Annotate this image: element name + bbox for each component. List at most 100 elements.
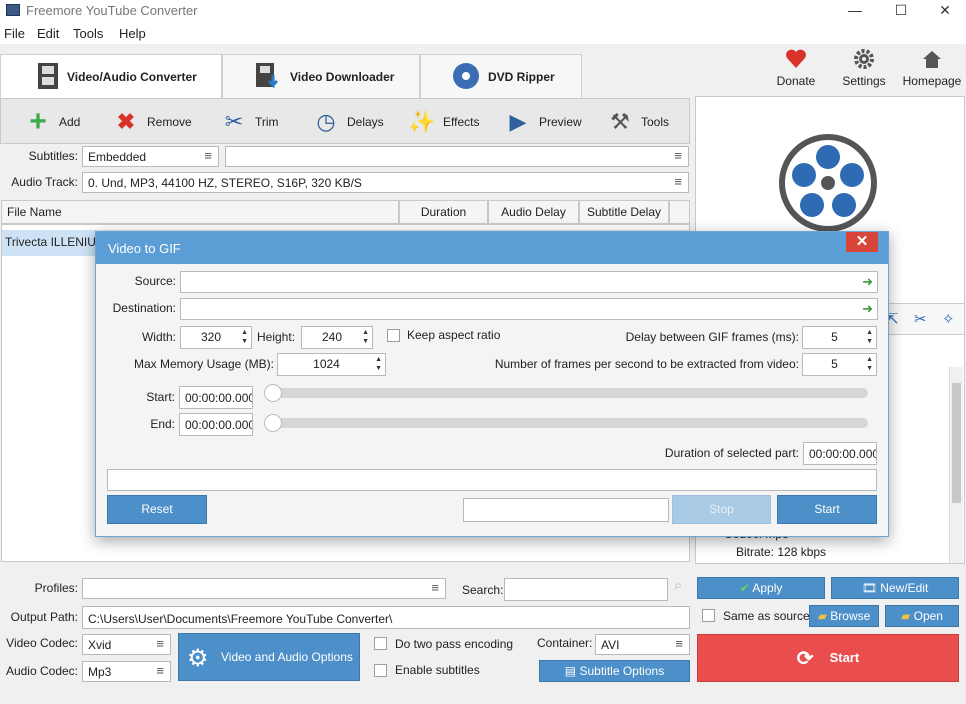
video-codec-select[interactable]: Xvid (82, 634, 171, 655)
two-pass-checkbox[interactable] (374, 637, 387, 650)
refresh-icon: ⟳ (796, 647, 814, 670)
file-name-cell: Trivecta ILLENIUM (5, 235, 106, 249)
audio-track-select[interactable]: 0. Und, MP3, 44100 HZ, STEREO, S16P, 320… (82, 172, 689, 193)
settings-button[interactable]: Settings (831, 48, 897, 92)
audio-track-value: 0. Und, MP3, 44100 HZ, STEREO, S16P, 320… (88, 176, 362, 190)
folder-open-icon: ▰ (901, 609, 911, 623)
same-as-source-checkbox[interactable] (702, 609, 715, 622)
trim-button[interactable]: ✂ Trim (219, 107, 289, 137)
preview-button[interactable]: ▶ Preview (503, 107, 593, 137)
same-as-source-label: Same as source (723, 609, 810, 623)
source-label: Source: (134, 274, 176, 288)
folder-arrow-icon[interactable]: ➜ (862, 274, 873, 290)
max-memory-spinner[interactable]: 1024 (277, 353, 386, 376)
start-button[interactable]: Start (777, 495, 877, 524)
delay-label: Delay between GIF frames (ms): (625, 330, 799, 344)
folder-arrow-icon[interactable]: ➜ (862, 301, 873, 317)
open-button[interactable]: ▰ Open (885, 605, 959, 627)
tab-dvd-ripper[interactable]: DVD Ripper (420, 54, 582, 98)
start-label: Start (829, 650, 860, 665)
dialog-title: Video to GIF (108, 241, 181, 256)
search-input[interactable] (504, 578, 668, 601)
menu-edit[interactable]: Edit (37, 26, 59, 41)
column-subtitle-delay[interactable]: Subtitle Delay (579, 200, 669, 224)
donate-button[interactable]: Donate (763, 48, 829, 92)
start-slider-track[interactable] (272, 388, 868, 398)
heart-icon (786, 49, 806, 68)
convert-start-button[interactable]: ⟳ Start (697, 634, 959, 682)
scrollbar[interactable] (949, 367, 963, 563)
source-input[interactable]: ➜ (180, 271, 878, 293)
container-select[interactable]: AVI (595, 634, 690, 655)
menu-file[interactable]: File (4, 26, 25, 41)
apply-label: Apply (752, 581, 783, 595)
start-slider-handle[interactable] (264, 384, 282, 402)
enable-subtitles-label: Enable subtitles (395, 663, 480, 677)
end-slider-track[interactable] (272, 418, 868, 428)
maximize-icon[interactable]: ☐ (878, 0, 924, 22)
menu-tools[interactable]: Tools (73, 26, 103, 41)
magic-wand-icon[interactable]: ✧ (942, 310, 955, 328)
stop-button[interactable]: Stop (672, 495, 771, 524)
search-icon[interactable]: ⌕ (674, 577, 682, 594)
column-file-name[interactable]: File Name (1, 200, 399, 224)
start-time-input[interactable]: 00:00:00.000 (179, 386, 253, 409)
start-time-value: 00:00:00.000 (185, 391, 253, 405)
scissors-icon[interactable]: ✂ (914, 310, 927, 328)
remove-label: Remove (147, 115, 192, 129)
browse-label: Browse (830, 609, 871, 623)
toolbar: + Add ✖ Remove ✂ Trim ◷ Delays ✨ Effects… (0, 98, 690, 144)
height-spinner[interactable]: 240 (301, 326, 373, 349)
browse-button[interactable]: ▰ Browse (809, 605, 879, 627)
duration-value-field: 00:00:00.000 (803, 442, 877, 465)
scrollbar-thumb[interactable] (952, 383, 961, 503)
minimize-icon[interactable]: — (832, 0, 878, 22)
new-edit-label: New/Edit (880, 581, 929, 595)
reset-button[interactable]: Reset (107, 495, 207, 524)
remove-button[interactable]: ✖ Remove (111, 107, 201, 137)
new-edit-button[interactable]: 🎞 New/Edit (831, 577, 959, 599)
delay-spinner[interactable]: 5 (802, 326, 877, 349)
trim-label: Trim (255, 115, 279, 129)
effects-button[interactable]: ✨ Effects (407, 107, 487, 137)
output-path-input[interactable]: C:\Users\User\Documents\Freemore YouTube… (82, 606, 690, 629)
tab-video-audio-converter[interactable]: Video/Audio Converter (0, 54, 222, 100)
delays-button[interactable]: ◷ Delays (311, 107, 391, 137)
end-slider-handle[interactable] (264, 414, 282, 432)
add-button[interactable]: + Add (23, 107, 93, 137)
dialog-close-icon[interactable]: ✕ (846, 232, 878, 252)
fps-value: 5 (831, 357, 838, 371)
two-pass-label: Do two pass encoding (395, 637, 514, 651)
subtitles-select[interactable]: Embedded (82, 146, 219, 167)
keep-aspect-checkbox[interactable] (387, 329, 400, 342)
destination-input[interactable]: ➜ (180, 298, 878, 320)
column-audio-delay[interactable]: Audio Delay (488, 200, 579, 224)
apply-button[interactable]: ✔ Apply (697, 577, 825, 599)
enable-subtitles-checkbox[interactable] (374, 664, 387, 677)
film-reel-gear-icon: ⚙ (187, 645, 209, 672)
end-time-label: End: (150, 417, 175, 431)
close-icon[interactable]: ✕ (922, 0, 966, 22)
column-duration[interactable]: Duration (399, 200, 488, 224)
status-field (463, 498, 669, 522)
magic-wand-icon: ✨ (408, 109, 436, 134)
width-spinner[interactable]: 320 (180, 326, 252, 349)
video-audio-options-button[interactable]: ⚙ Video and Audio Options (178, 633, 360, 681)
keep-aspect-label: Keep aspect ratio (407, 328, 501, 342)
fps-spinner[interactable]: 5 (802, 353, 877, 376)
tools-button[interactable]: ⚒ Tools (605, 107, 685, 137)
end-time-value: 00:00:00.000 (185, 418, 253, 432)
subtitle-options-button[interactable]: ▤ Subtitle Options (539, 660, 690, 682)
end-time-input[interactable]: 00:00:00.000 (179, 413, 253, 436)
subtitles-extra-select[interactable] (225, 146, 689, 167)
subtitle-icon: ▤ (564, 664, 577, 678)
tab-video-downloader[interactable]: Video Downloader (222, 54, 420, 98)
homepage-button[interactable]: Homepage (899, 48, 965, 92)
destination-label: Destination: (112, 301, 176, 315)
audio-codec-select[interactable]: Mp3 (82, 661, 171, 682)
effects-label: Effects (443, 115, 480, 129)
duration-label: Duration of selected part: (664, 446, 799, 460)
menu-help[interactable]: Help (119, 26, 146, 41)
profiles-select[interactable] (82, 578, 446, 599)
film-download-icon (256, 63, 279, 89)
